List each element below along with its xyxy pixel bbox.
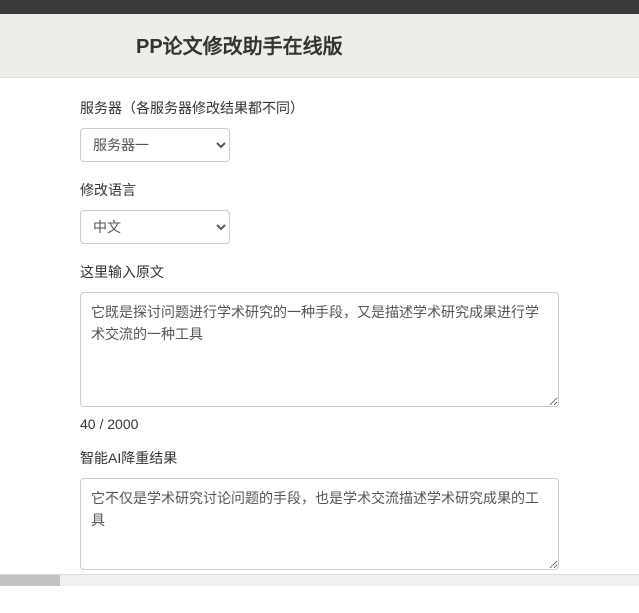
- output-group: 智能AI降重结果: [80, 448, 559, 575]
- language-select[interactable]: 中文: [80, 210, 230, 244]
- server-group: 服务器（各服务器修改结果都不同） 服务器一: [80, 98, 559, 162]
- language-label: 修改语言: [80, 180, 559, 200]
- main-content: 服务器（各服务器修改结果都不同） 服务器一 修改语言 中文 这里输入原文 40 …: [0, 78, 639, 613]
- input-textarea[interactable]: [80, 292, 559, 407]
- page-title: PP论文修改助手在线版: [136, 30, 639, 59]
- top-bar: [0, 0, 639, 14]
- input-group: 这里输入原文: [80, 262, 559, 412]
- output-textarea[interactable]: [80, 478, 559, 570]
- char-counter: 40 / 2000: [80, 416, 559, 432]
- server-label: 服务器（各服务器修改结果都不同）: [80, 98, 559, 118]
- horizontal-scrollbar-thumb[interactable]: [0, 575, 60, 586]
- horizontal-scrollbar-track[interactable]: [0, 574, 639, 586]
- language-group: 修改语言 中文: [80, 180, 559, 244]
- input-label: 这里输入原文: [80, 262, 559, 282]
- server-select[interactable]: 服务器一: [80, 128, 230, 162]
- page-header: PP论文修改助手在线版: [0, 14, 639, 78]
- output-label: 智能AI降重结果: [80, 448, 559, 468]
